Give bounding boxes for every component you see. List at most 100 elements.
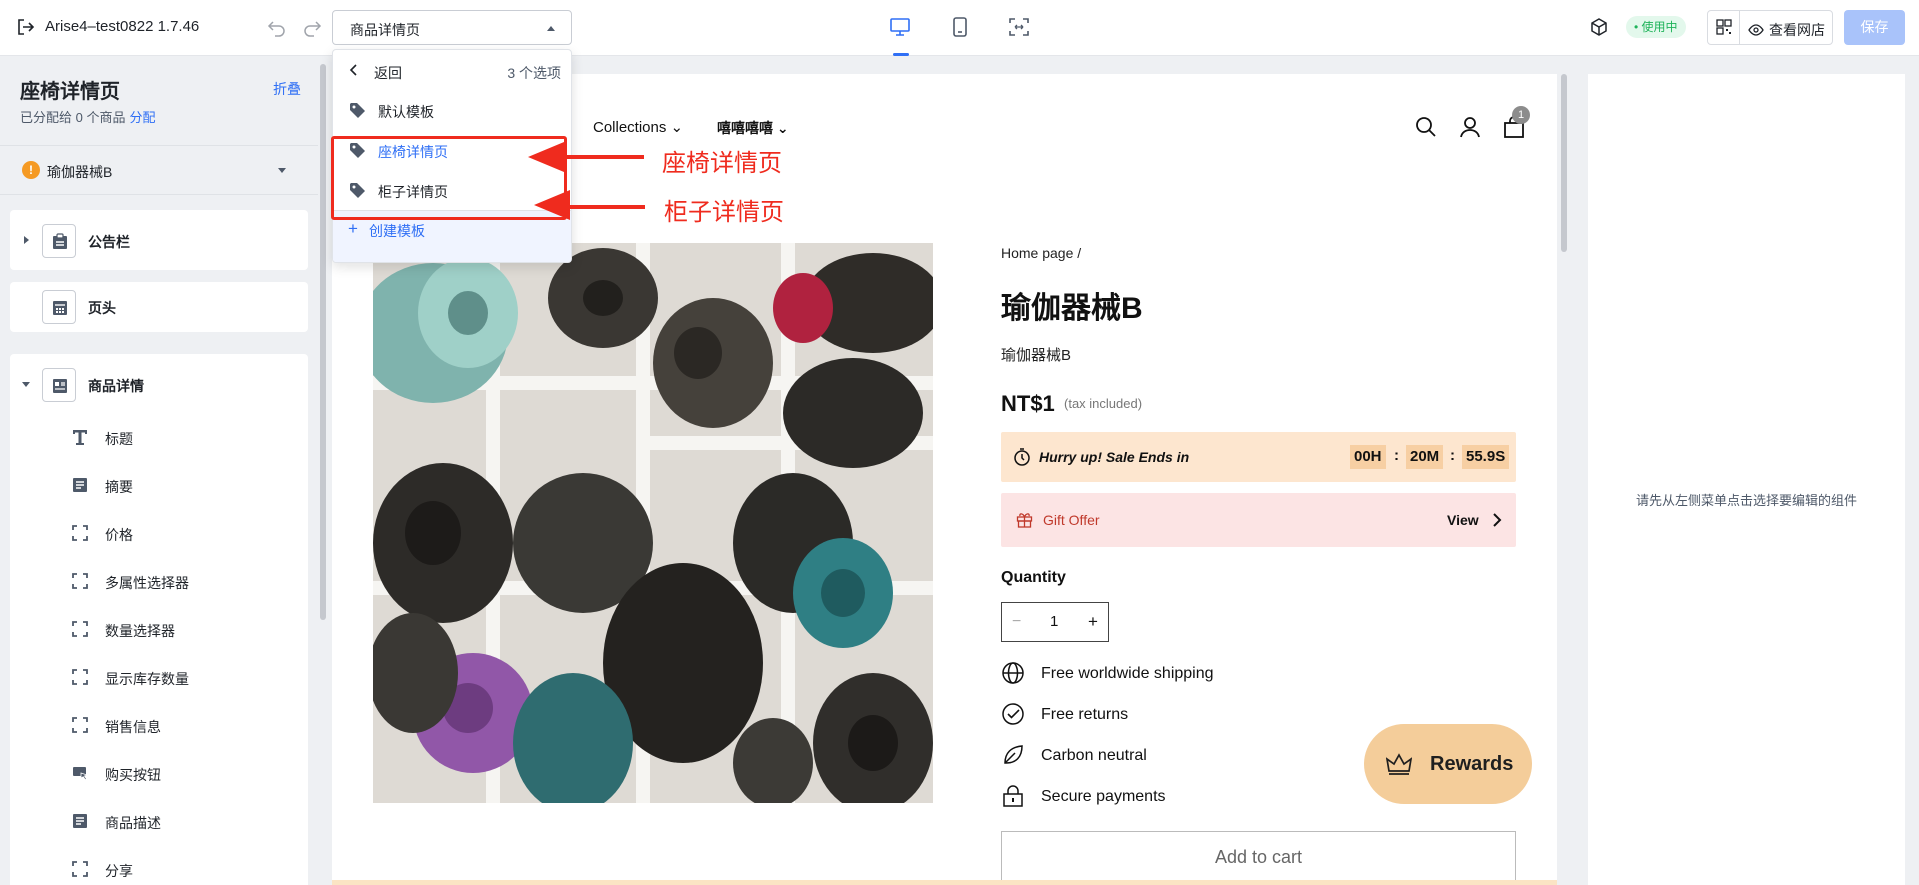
countdown-separator: : xyxy=(1394,447,1399,464)
expand-arrow-icon[interactable] xyxy=(24,236,29,244)
qr-code-button[interactable] xyxy=(1708,11,1740,44)
assigned-text: 已分配给 0 个商品 xyxy=(20,110,126,125)
assign-link[interactable]: 分配 xyxy=(129,110,155,125)
sale-text: Hurry up! Sale Ends in xyxy=(1039,449,1190,465)
product-title: 瑜伽器械B xyxy=(1001,292,1143,325)
quantity-value[interactable]: 1 xyxy=(1050,613,1058,630)
block-sales-info[interactable]: 销售信息 xyxy=(10,701,308,749)
back-label: 返回 xyxy=(374,65,402,81)
sidebar-scrollbar[interactable] xyxy=(320,64,326,620)
cursor-button-icon xyxy=(73,767,89,781)
block-quantity-selector[interactable]: 数量选择器 xyxy=(10,605,308,653)
block-summary[interactable]: 摘要 xyxy=(10,461,308,509)
search-icon[interactable] xyxy=(1415,116,1437,138)
block-variant-picker[interactable]: 多属性选择器 xyxy=(10,557,308,605)
add-to-cart-button[interactable]: Add to cart xyxy=(1001,831,1516,883)
nav-menu-2[interactable]: 嘻嘻嘻嘻 ⌄ xyxy=(717,118,789,138)
create-template-label: 创建模板 xyxy=(369,223,425,239)
dropdown-item-default[interactable]: 默认模板 xyxy=(333,90,571,130)
frame-icon xyxy=(72,861,88,877)
rewards-label: Rewards xyxy=(1430,753,1514,775)
check-circle-icon xyxy=(1002,703,1024,725)
title-icon xyxy=(73,430,87,445)
countdown-minutes: 20M xyxy=(1406,445,1444,469)
block-description[interactable]: 商品描述 xyxy=(10,797,308,845)
gift-offer[interactable]: Gift Offer View xyxy=(1001,493,1516,547)
section-label: 页头 xyxy=(88,300,116,316)
product-image[interactable] xyxy=(373,243,933,803)
sidebar: 座椅详情页 折叠 已分配给 0 个商品 分配 ! 瑜伽器械B 公告栏 页头 商品… xyxy=(0,57,318,885)
undo-icon[interactable] xyxy=(267,17,287,37)
feature-label: Free returns xyxy=(1041,706,1129,723)
empty-hint: 请先从左侧菜单点击选择要编辑的组件 xyxy=(1635,493,1857,508)
feature-label: Carbon neutral xyxy=(1041,747,1147,764)
annotation-label: 柜子详情页 xyxy=(664,199,784,226)
mobile-icon[interactable] xyxy=(947,14,973,40)
frame-icon xyxy=(72,573,88,589)
quantity-label: Quantity xyxy=(1001,569,1066,586)
product-name: 瑜伽器械B xyxy=(47,164,113,180)
view-store-button[interactable]: 查看网店 xyxy=(1748,20,1825,40)
eye-icon xyxy=(1748,24,1764,36)
product-detail-icon xyxy=(42,368,76,402)
announcement-icon xyxy=(42,224,76,258)
block-label: 价格 xyxy=(105,527,133,543)
annotation-arrow-icon xyxy=(528,142,645,220)
view-store-label: 查看网店 xyxy=(1769,22,1825,38)
rewards-button[interactable]: Rewards xyxy=(1364,724,1532,804)
quantity-plus-button[interactable]: + xyxy=(1088,612,1098,632)
desktop-icon[interactable] xyxy=(887,14,913,40)
block-label: 分享 xyxy=(105,863,133,879)
account-icon[interactable] xyxy=(1459,116,1481,138)
feature-label: Free worldwide shipping xyxy=(1041,665,1214,682)
block-share[interactable]: 分享 xyxy=(10,845,308,885)
chevron-right-icon xyxy=(1493,513,1502,527)
canvas-scrollbar[interactable] xyxy=(1561,74,1567,252)
lock-icon xyxy=(1003,785,1023,807)
block-label: 商品描述 xyxy=(105,815,161,831)
block-buy-button[interactable]: 购买按钮 xyxy=(10,749,308,797)
save-button[interactable]: 保存 xyxy=(1844,10,1905,45)
frame-icon xyxy=(72,525,88,541)
product-detail-row[interactable]: 商品详情 xyxy=(10,354,308,414)
dropdown-back[interactable]: 返回 3 个选项 xyxy=(333,50,571,90)
block-label: 销售信息 xyxy=(105,719,161,735)
block-title[interactable]: 标题 xyxy=(10,413,308,461)
gift-icon xyxy=(1016,513,1033,528)
tag-icon xyxy=(350,103,365,118)
exit-icon[interactable] xyxy=(16,17,36,37)
fold-button[interactable]: 折叠 xyxy=(273,79,301,99)
redo-icon[interactable] xyxy=(302,17,322,37)
template-select[interactable]: 商品详情页 xyxy=(332,10,572,45)
quantity-stepper[interactable]: − 1 + xyxy=(1001,602,1109,642)
text-lines-icon xyxy=(73,478,87,492)
section-announcement[interactable]: 公告栏 xyxy=(10,210,308,270)
block-price[interactable]: 价格 xyxy=(10,509,308,557)
active-device-indicator xyxy=(893,53,909,56)
section-label: 公告栏 xyxy=(88,234,130,250)
cart-count-badge: 1 xyxy=(1512,106,1530,124)
annotation-label: 座椅详情页 xyxy=(662,150,782,177)
quantity-minus-button[interactable]: − xyxy=(1012,613,1021,631)
gift-view-link[interactable]: View xyxy=(1447,512,1479,528)
block-inventory[interactable]: 显示库存数量 xyxy=(10,653,308,701)
top-bar: Arise4–test0822 1.7.46 商品详情页 • 使用中 查看网店 … xyxy=(0,0,1919,56)
fullscreen-icon[interactable] xyxy=(1006,14,1032,40)
section-product-detail: 商品详情 标题 摘要 价格 多属性选择器 数量选择器 显示库存数量 销售信息 购… xyxy=(10,354,308,885)
frame-icon xyxy=(72,669,88,685)
leaf-icon xyxy=(1004,745,1023,764)
product-subtitle: 瑜伽器械B xyxy=(1001,347,1072,364)
template-title: 座椅详情页 xyxy=(20,81,120,103)
section-header[interactable]: 页头 xyxy=(10,282,308,332)
breadcrumb[interactable]: Home page / xyxy=(1001,245,1081,261)
product-selector[interactable]: ! 瑜伽器械B xyxy=(0,145,318,195)
cube-icon[interactable] xyxy=(1589,17,1609,37)
tax-note: (tax included) xyxy=(1064,396,1143,411)
qr-code-icon xyxy=(1716,19,1732,35)
globe-icon xyxy=(1002,662,1024,684)
assigned-info: 已分配给 0 个商品 分配 xyxy=(20,107,155,126)
collapse-arrow-icon[interactable] xyxy=(22,382,30,387)
warning-icon: ! xyxy=(22,161,40,179)
chevron-left-icon xyxy=(349,64,357,76)
preview-group: 查看网店 xyxy=(1707,10,1833,45)
